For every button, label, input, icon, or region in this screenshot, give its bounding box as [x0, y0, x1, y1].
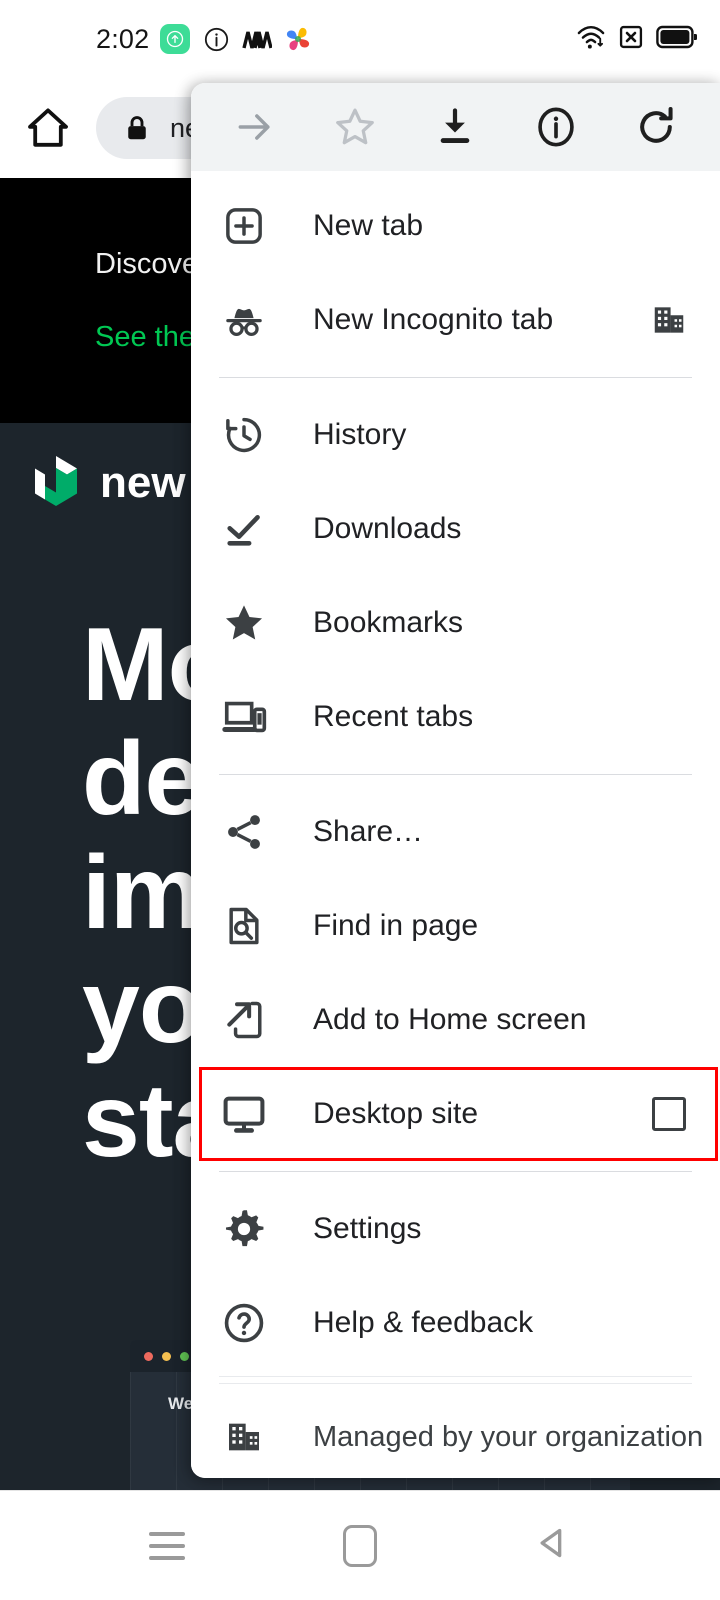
no-signal-icon — [617, 23, 645, 56]
menu-item-label: Add to Home screen — [313, 1003, 587, 1036]
find-in-page-icon — [219, 904, 269, 948]
download-icon[interactable] — [423, 95, 487, 159]
home-icon[interactable] — [22, 102, 74, 154]
recents-icon — [148, 1531, 185, 1560]
wifi-icon — [576, 23, 606, 56]
new-relic-logo-icon — [30, 453, 82, 514]
menu-items-list: New tab New Incognito tab History Downlo… — [191, 171, 720, 1478]
bookmark-star-icon[interactable] — [323, 95, 387, 159]
window-close-dot — [144, 1351, 153, 1361]
home-button[interactable] — [320, 1506, 400, 1586]
downloads-check-icon — [219, 507, 269, 551]
menu-item-label: Share… — [313, 815, 424, 848]
home-square-icon — [342, 1524, 377, 1567]
menu-item-managed-by-organization[interactable]: Managed by your organization — [191, 1390, 720, 1478]
status-clock: 2:02 — [96, 23, 150, 54]
menu-item-label: Desktop site — [313, 1097, 479, 1130]
menu-divider — [219, 774, 692, 775]
help-circle-icon — [219, 1300, 269, 1346]
menu-item-add-to-home-screen[interactable]: Add to Home screen — [191, 973, 720, 1067]
checkbox-unchecked-icon — [652, 1097, 686, 1131]
lock-icon — [122, 113, 152, 143]
menu-item-recent-tabs[interactable]: Recent tabs — [191, 670, 720, 764]
recent-tabs-icon — [219, 695, 269, 739]
menu-item-share[interactable]: Share… — [191, 785, 720, 879]
menu-item-label: Help & feedback — [313, 1306, 534, 1339]
window-minimize-dot — [162, 1351, 171, 1361]
menu-item-new-incognito-tab[interactable]: New Incognito tab — [191, 273, 720, 367]
back-button[interactable] — [513, 1506, 593, 1586]
system-update-icon — [160, 24, 191, 54]
reload-icon[interactable] — [624, 95, 688, 159]
google-photos-icon — [283, 24, 313, 54]
menu-item-label: Downloads — [313, 512, 462, 545]
menu-item-help-feedback[interactable]: Help & feedback — [191, 1276, 720, 1370]
settings-gear-icon — [219, 1206, 269, 1252]
menu-item-bookmarks[interactable]: Bookmarks — [191, 576, 720, 670]
window-maximize-dot — [180, 1351, 189, 1361]
menu-item-label: Settings — [313, 1212, 422, 1245]
menu-item-label: History — [313, 418, 407, 451]
page-info-icon[interactable] — [524, 95, 588, 159]
menu-item-label: Find in page — [313, 909, 479, 942]
menu-divider — [219, 1383, 692, 1384]
new-tab-icon — [219, 204, 269, 248]
menu-item-downloads[interactable]: Downloads — [191, 482, 720, 576]
menu-item-find-in-page[interactable]: Find in page — [191, 879, 720, 973]
info-circle-icon — [201, 26, 231, 52]
menu-item-label: Managed by your organization — [313, 1420, 704, 1453]
desktop-monitor-icon — [219, 1092, 269, 1136]
android-nav-bar — [0, 1490, 720, 1600]
enterprise-building-icon — [646, 301, 692, 339]
menu-divider — [219, 1376, 692, 1377]
menu-item-new-tab[interactable]: New tab — [191, 179, 720, 273]
history-icon — [219, 413, 269, 457]
menu-item-desktop-site[interactable]: Desktop site — [191, 1067, 720, 1161]
menu-item-label: New tab — [313, 209, 424, 242]
forward-icon[interactable] — [223, 95, 287, 159]
status-bar-left: 2:02 — [96, 24, 313, 55]
back-triangle-icon — [533, 1523, 573, 1568]
menu-item-label: New Incognito tab — [313, 303, 554, 336]
battery-full-icon — [656, 24, 698, 55]
desktop-site-checkbox[interactable] — [646, 1097, 692, 1131]
menu-divider — [219, 1171, 692, 1172]
star-filled-icon — [219, 600, 269, 646]
menu-item-history[interactable]: History — [191, 388, 720, 482]
status-bar: 2:02 — [0, 0, 720, 78]
status-bar-right — [576, 23, 698, 56]
mm-app-icon — [242, 26, 273, 52]
share-icon — [219, 810, 269, 854]
recents-button[interactable] — [127, 1506, 207, 1586]
menu-header-toolbar — [191, 83, 720, 171]
incognito-icon — [219, 297, 269, 343]
enterprise-building-icon — [219, 1417, 269, 1457]
menu-item-label: Bookmarks — [313, 606, 464, 639]
menu-item-label: Recent tabs — [313, 700, 474, 733]
chrome-overflow-menu: New tab New Incognito tab History Downlo… — [191, 83, 720, 1478]
add-to-home-icon — [219, 998, 269, 1042]
menu-item-settings[interactable]: Settings — [191, 1182, 720, 1276]
menu-divider — [219, 377, 692, 378]
